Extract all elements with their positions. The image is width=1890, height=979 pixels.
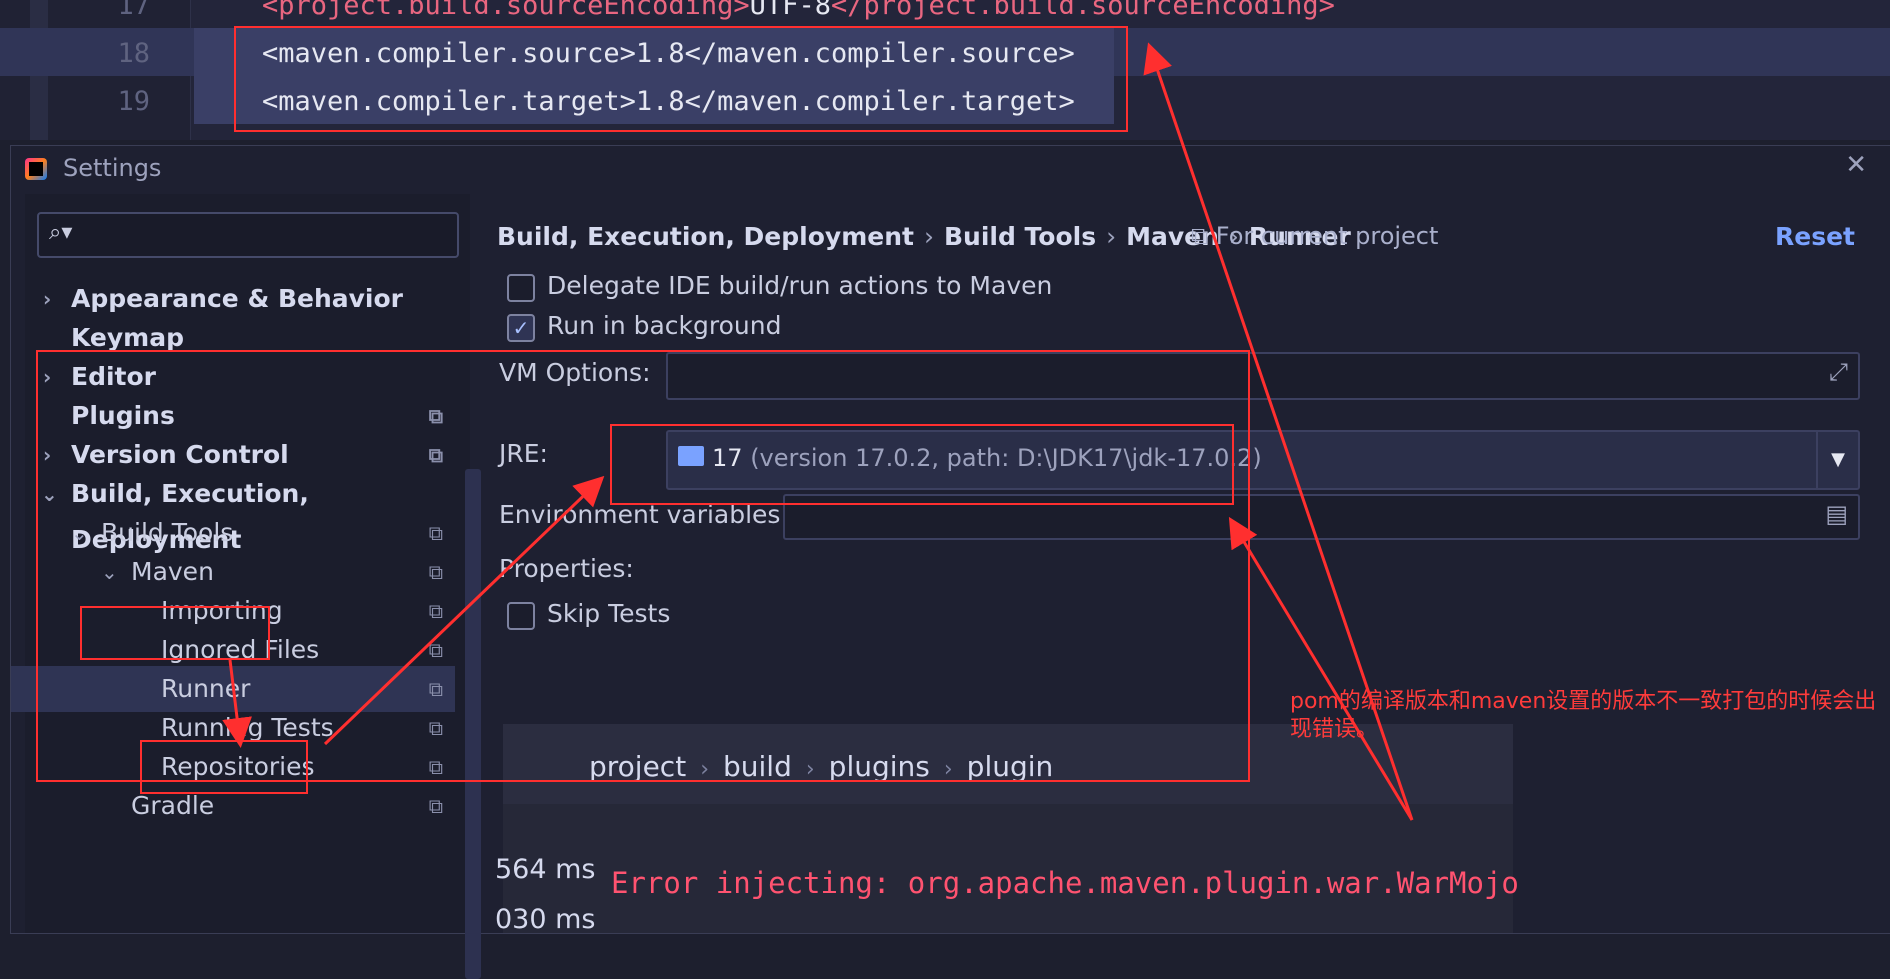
breadcrumb-separator: ›	[923, 222, 934, 251]
line-number: 17	[117, 0, 150, 21]
title-bar[interactable]: Settings ✕	[11, 146, 1890, 192]
reset-button[interactable]: Reset	[1775, 222, 1855, 251]
chevron-down-icon[interactable]: ▼	[1816, 432, 1858, 488]
annotation-box-runner	[140, 740, 308, 794]
duration-text: 564 ms	[495, 854, 596, 885]
scope-label: ⧉ For current project	[1191, 222, 1438, 250]
xml-value: UTF-8	[749, 0, 831, 21]
line-number: 18	[117, 38, 150, 69]
project-scope-icon: ⧉	[428, 794, 443, 818]
project-scope-icon: ⧉	[1191, 222, 1209, 250]
error-message: Error injecting: org.apache.maven.plugin…	[611, 866, 1519, 900]
dialog-title: Settings	[63, 154, 162, 182]
delegate-checkbox[interactable]	[507, 274, 535, 302]
breadcrumb-item[interactable]: Build, Execution, Deployment	[497, 222, 914, 251]
xml-tag: </project.build.sourceEncoding>	[830, 0, 1335, 21]
close-icon[interactable]: ✕	[1845, 150, 1867, 180]
run-in-background-checkbox[interactable]: ✓	[507, 314, 535, 342]
line-number: 19	[117, 86, 150, 117]
expand-icon[interactable]: ⤢	[1829, 358, 1848, 386]
breadcrumb-separator: ›	[1106, 222, 1117, 251]
annotation-note: pom的编译版本和maven设置的版本不一致打包的时候会出现错误。	[1290, 689, 1877, 742]
scope-text: For current project	[1215, 222, 1439, 250]
annotation-box-pom	[234, 26, 1128, 132]
breadcrumb-item[interactable]: Build Tools	[944, 222, 1096, 251]
search-input[interactable]	[85, 220, 449, 250]
search-field[interactable]: ⌕▾	[37, 212, 459, 258]
annotation-box-maven	[80, 606, 270, 660]
annotation-box-jre	[610, 424, 1234, 505]
search-icon[interactable]: ⌕▾	[49, 220, 72, 245]
annotation-box-runner-settings	[36, 350, 1250, 782]
duration-text: 030 ms	[495, 904, 596, 935]
intellij-logo-icon	[25, 158, 47, 180]
xml-tag: <project.build.sourceEncoding>	[262, 0, 750, 21]
run-in-background-label[interactable]: Run in background	[547, 311, 782, 340]
edit-env-icon[interactable]: ▤	[1825, 500, 1848, 528]
delegate-label[interactable]: Delegate IDE build/run actions to Maven	[547, 271, 1052, 300]
